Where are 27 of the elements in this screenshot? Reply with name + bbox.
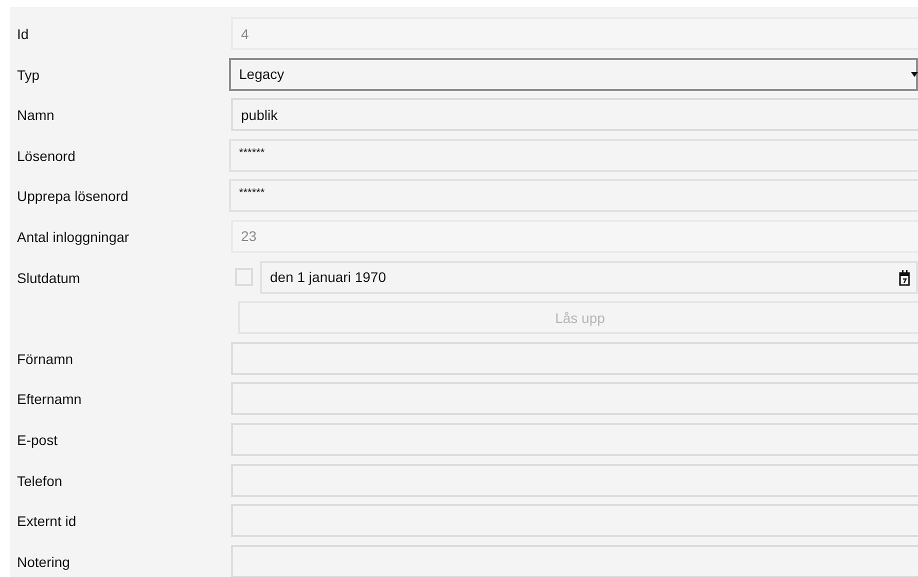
input-field[interactable] xyxy=(231,544,918,577)
field-label: Upprepa lösenord xyxy=(16,187,130,204)
field-label: Notering xyxy=(16,552,71,570)
checkbox[interactable] xyxy=(235,268,253,286)
field-label: Externt id xyxy=(16,512,78,530)
field-label: Namn xyxy=(16,106,56,124)
field-label: Typ xyxy=(16,66,41,83)
input-field[interactable]: ****** xyxy=(229,138,918,172)
input-field[interactable] xyxy=(231,422,918,456)
input-field[interactable] xyxy=(231,464,918,497)
field-label: Telefon xyxy=(16,472,64,489)
input-field[interactable] xyxy=(231,342,918,375)
calendar-icon[interactable] xyxy=(899,268,910,286)
input-field[interactable]: ****** xyxy=(229,179,918,212)
field-label: Antal inloggningar xyxy=(16,228,130,245)
type-dropdown[interactable]: Legacy xyxy=(229,58,918,91)
field-label: Efternamn xyxy=(16,390,83,408)
field-label: Förnamn xyxy=(16,350,74,367)
field-label: Slutdatum xyxy=(16,268,82,286)
input-field[interactable] xyxy=(231,382,918,416)
input-field[interactable] xyxy=(231,504,918,538)
field-label: E-post xyxy=(16,430,58,448)
input-field[interactable]: publik xyxy=(231,98,918,132)
dropdown-arrow-icon xyxy=(911,72,918,77)
date-field[interactable]: den 1 januari 1970 xyxy=(260,260,918,294)
field-label: Id xyxy=(16,25,30,42)
field-label: Lösenord xyxy=(16,146,76,164)
